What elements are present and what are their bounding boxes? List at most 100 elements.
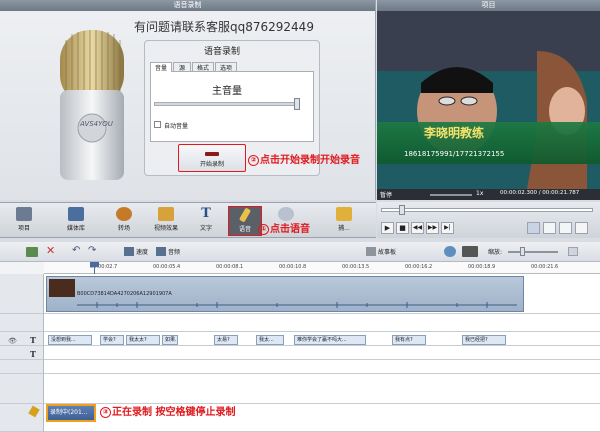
play-button[interactable]: ▶ <box>381 222 394 234</box>
project-icon <box>16 207 32 221</box>
caption-phone: 18618175991/17721372155 <box>404 150 505 158</box>
ruler-tick-label: 00:00:05.4 <box>153 264 181 270</box>
video-clip[interactable]: B00CD73814DA4270206A12901907A <box>46 276 524 312</box>
dialog-title: 语音录制 <box>204 47 241 57</box>
tab-format[interactable]: 格式 <box>192 62 214 72</box>
speed-value: 1x <box>476 190 484 197</box>
undo-icon[interactable]: ↶ <box>72 245 80 256</box>
end-button[interactable]: ▶| <box>441 222 454 234</box>
subtitle-clip[interactable]: 学会? <box>100 335 124 345</box>
media-library-icon <box>68 207 84 221</box>
speed-label[interactable]: 速度 <box>136 247 148 256</box>
dialog-tabs: 音量 源 格式 选项 <box>150 62 314 72</box>
redo-icon[interactable]: ↷ <box>88 245 96 256</box>
preview-title: 项目 <box>377 0 600 11</box>
pause-label: 暂停 <box>380 192 393 199</box>
start-record-label: 开始录制 <box>199 161 224 168</box>
capture-icon <box>336 207 352 221</box>
toolbar-text-label: 文字 <box>199 225 212 232</box>
video-thumbnail <box>49 279 75 297</box>
annotation-1-text: 点击语音 <box>270 224 310 235</box>
subtitle-clip[interactable]: 我太太? <box>126 335 160 345</box>
timeline-ruler: 00:00:02.7 00:00:05.4 00:00:08.1 00:00:10.8… <box>44 262 600 274</box>
next-frame-button[interactable]: ▶▶ <box>426 222 439 234</box>
disc-icon <box>278 207 294 221</box>
camera-icon[interactable] <box>543 222 556 234</box>
playhead-handle[interactable] <box>90 262 99 267</box>
panel-title: 语音录制 <box>0 0 375 11</box>
ruler-tick-label: 00:00:18.9 <box>468 264 496 270</box>
zoom-thumb[interactable] <box>520 247 525 256</box>
text-track-header-3 <box>0 360 44 374</box>
toolbar-media-library[interactable]: 媒体库 <box>60 206 92 236</box>
auto-volume-checkbox[interactable] <box>154 121 161 128</box>
video-clip-name: B00CD73814DA4270206A12901907A <box>77 291 172 297</box>
fullscreen-icon[interactable] <box>559 222 572 234</box>
subtitle-clip[interactable]: 我太... <box>256 335 284 345</box>
toolbar-transitions-label: 转场 <box>117 225 130 232</box>
ruler-tick-label: 00:00:10.8 <box>279 264 307 270</box>
zoom-icon[interactable] <box>575 222 588 234</box>
seek-thumb[interactable] <box>399 205 405 215</box>
annotation-3: ③ 正在录制 按空格键停止录制 <box>100 403 235 418</box>
subtitle-clip[interactable]: 难你学会了赢不吗大... <box>294 335 366 345</box>
storyboard-label[interactable]: 故事板 <box>378 247 396 256</box>
volume-slider-thumb[interactable] <box>294 98 300 110</box>
split-icon[interactable] <box>26 247 38 257</box>
tab-volume[interactable]: 音量 <box>150 62 172 72</box>
recording-clip[interactable]: 录制中(201... <box>46 404 96 422</box>
audio-waveform <box>77 302 517 308</box>
ruler-tick-label: 00:00:21.6 <box>531 264 559 270</box>
toolbar-text[interactable]: T 文字 <box>190 206 222 236</box>
record-icon <box>205 152 219 156</box>
microphone-image <box>52 20 132 190</box>
toolbar-video-effects[interactable]: 视频效果 <box>148 206 184 236</box>
watermark-text: 有问题请联系客服qq876292449 <box>134 20 314 34</box>
audio-track-header <box>0 314 44 332</box>
prev-frame-button[interactable]: ◀◀ <box>411 222 424 234</box>
annotation-3-text: 正在录制 按空格键停止录制 <box>112 407 236 418</box>
speed-icon[interactable] <box>124 247 134 256</box>
playback-controls: ▶ ■ ◀◀ ▶▶ ▶| <box>377 202 600 238</box>
start-record-button[interactable]: 开始录制 <box>178 144 246 172</box>
annotation-2-text: 点击开始录制开始录音 <box>260 155 360 166</box>
main-volume-slider[interactable] <box>154 102 300 106</box>
zoom-fit-button[interactable] <box>568 247 578 256</box>
annotation-2: ② 点击开始录制开始录音 <box>248 151 360 166</box>
tab-source[interactable]: 源 <box>173 62 191 72</box>
seek-bar[interactable] <box>381 208 593 212</box>
subtitle-clip[interactable]: 我有点? <box>392 335 426 345</box>
toolbar-project[interactable]: 项目 <box>8 206 40 236</box>
main-toolbar: 项目 媒体库 转场 视频效果 T 文字 语音 捕... <box>0 202 376 238</box>
tab-options[interactable]: 选项 <box>215 62 237 72</box>
track-text-icon: T <box>30 349 36 359</box>
subtitle-clip[interactable]: 如果... <box>162 335 178 345</box>
monitor-audio-icon[interactable] <box>444 246 456 257</box>
toolbar-capture[interactable]: 捕... <box>324 206 364 236</box>
delete-icon[interactable]: ✕ <box>46 244 55 257</box>
subtitle-clip[interactable]: 我已经把? <box>462 335 506 345</box>
text-track-header-2 <box>0 346 44 360</box>
toolbar-voice[interactable]: 语音 <box>228 206 262 236</box>
time-readout: 00:00:02.300 / 00:00:21.787 <box>500 190 580 196</box>
ruler-tick-label: 00:00:13.5 <box>342 264 370 270</box>
track-eye-icon[interactable]: 👁 <box>8 337 17 345</box>
audio-label[interactable]: 音频 <box>168 247 180 256</box>
text-track-header-1 <box>0 332 44 346</box>
subtitle-clip[interactable]: 太易? <box>214 335 238 345</box>
speed-slider[interactable] <box>430 194 472 196</box>
track-text-icon: T <box>30 335 36 345</box>
stop-button[interactable]: ■ <box>396 222 409 234</box>
subtitle-clip[interactable]: 没想到我... <box>48 335 92 345</box>
timeline-toolbar: ✕ ↶ ↷ 速度 音频 故事板 缩放: <box>0 242 600 262</box>
display-icon[interactable] <box>462 246 478 257</box>
toolbar-effects-label: 视频效果 <box>153 225 178 232</box>
toolbar-transitions[interactable]: 转场 <box>108 206 140 236</box>
ruler-tick-label: 00:00:16.2 <box>405 264 433 270</box>
storyboard-icon[interactable] <box>366 247 376 256</box>
empty-track-header <box>0 374 44 404</box>
audio-icon[interactable] <box>156 247 166 256</box>
zoom-slider[interactable] <box>508 251 558 253</box>
monitor-icon[interactable] <box>527 222 540 234</box>
video-effects-icon <box>158 207 174 221</box>
